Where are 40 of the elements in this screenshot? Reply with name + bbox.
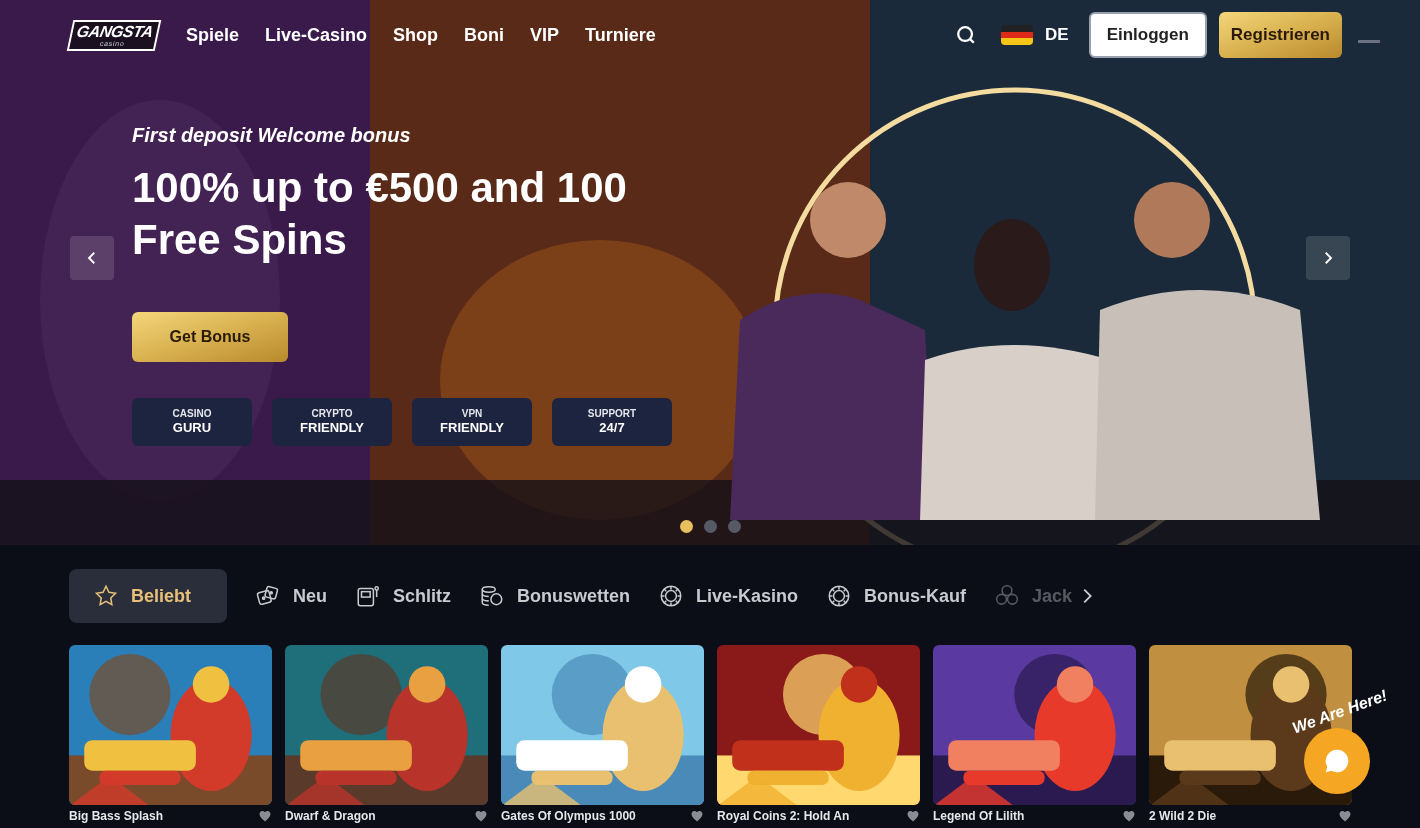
game-title[interactable]: Legend Of Lilith	[933, 809, 1025, 823]
bonus-kicker: First deposit Welcome bonus	[132, 123, 412, 148]
category-tab[interactable]: Schlitz	[355, 569, 452, 623]
game-title[interactable]: Big Bass Splash	[69, 809, 164, 823]
trust-badge: VPN FRIENDLY	[412, 398, 532, 446]
search-icon[interactable]	[955, 24, 977, 46]
category-tab[interactable]: Beliebt	[69, 569, 227, 623]
german-flag-icon[interactable]	[1001, 25, 1033, 45]
category-tab[interactable]: Neu	[255, 569, 327, 623]
heart-icon[interactable]	[690, 810, 704, 822]
trust-badge: CASINO GURU	[132, 398, 252, 446]
trust-badge: SUPPORT 24/7	[552, 398, 672, 446]
nav-link[interactable]: Turniere	[585, 21, 656, 49]
nav-link[interactable]: Live-Casino	[265, 21, 368, 49]
heart-icon[interactable]	[1338, 810, 1352, 822]
language-label[interactable]: DE	[1045, 22, 1069, 48]
nav-link[interactable]: Shop	[393, 21, 439, 49]
heart-icon[interactable]	[258, 810, 272, 822]
nav-link[interactable]: Boni	[464, 21, 505, 49]
game-title[interactable]: Royal Coins 2: Hold An	[717, 809, 850, 823]
game-title[interactable]: 2 Wild 2 Die	[1149, 809, 1217, 823]
category-tab[interactable]: Live-Kasino	[658, 569, 799, 623]
heart-icon[interactable]	[906, 810, 920, 822]
nav-link[interactable]: Spiele	[186, 21, 240, 49]
slot-machine-icon	[355, 583, 381, 609]
trust-badge: CRYPTO FRIENDLY	[272, 398, 392, 446]
category-tab[interactable]: Bonuswetten	[479, 569, 631, 623]
heart-icon[interactable]	[1122, 810, 1136, 822]
register-button[interactable]: Registrieren	[1218, 12, 1342, 58]
menu-icon[interactable]	[1358, 39, 1380, 43]
game-title[interactable]: Dwarf & Dragon	[285, 809, 376, 823]
heart-icon[interactable]	[474, 810, 488, 822]
chat-label: We Are Here!	[1288, 685, 1391, 739]
get-bonus-button[interactable]: Get Bonus	[132, 312, 288, 362]
login-button[interactable]: Einloggen	[1088, 12, 1207, 58]
category-tab[interactable]: Bonus-Kauf	[826, 569, 967, 623]
game-title[interactable]: Gates Of Olympus 1000	[501, 809, 636, 823]
bonus-headline: 100% up to €500 and 100 Free Spins	[132, 163, 628, 265]
star-icon	[93, 583, 119, 609]
nav-link[interactable]: VIP	[530, 21, 560, 49]
